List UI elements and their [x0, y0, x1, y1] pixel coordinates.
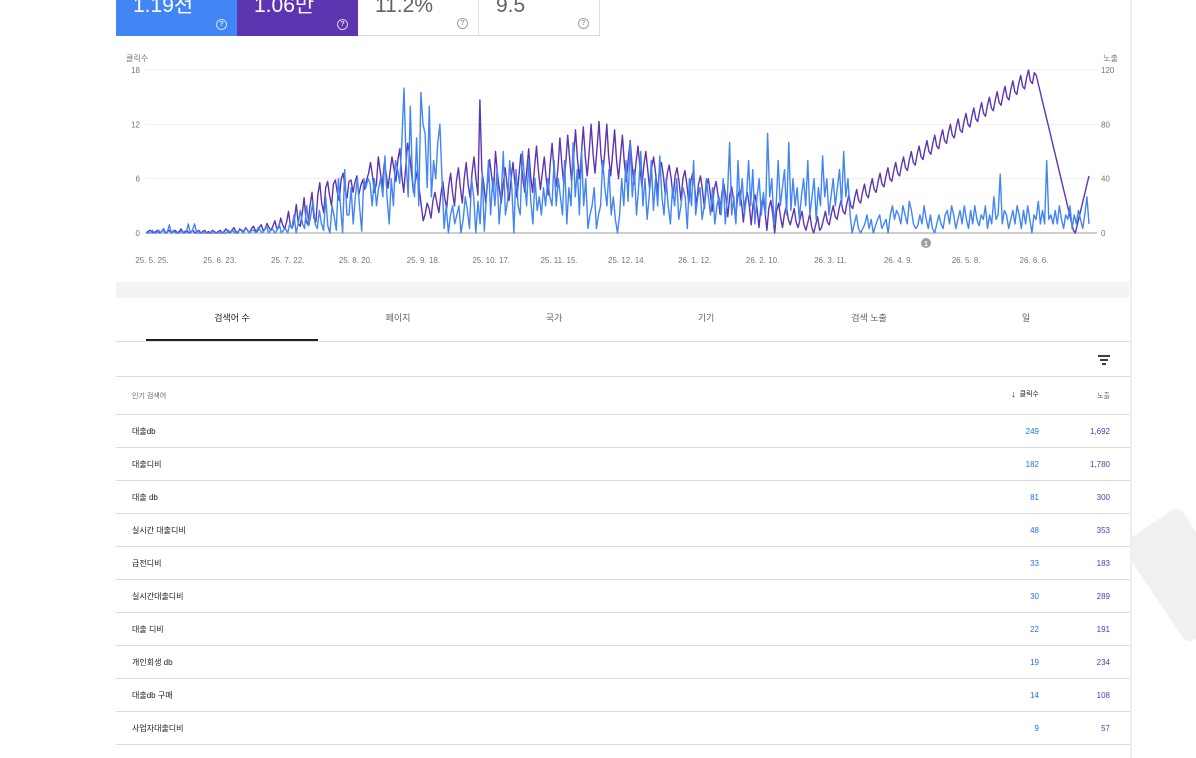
x-tick-label: 26. 1. 12.	[678, 256, 711, 265]
query-cell: 대출db 구매	[132, 691, 173, 700]
query-cell: 사업자대출디비	[132, 724, 184, 733]
x-tick-label: 25. 9. 18.	[407, 256, 440, 265]
y-tick-label-right: 80	[1101, 120, 1110, 129]
x-tick-label: 25. 10. 17.	[472, 256, 510, 265]
x-tick-label: 25. 11. 15.	[540, 256, 577, 265]
table-row[interactable]: 개인회생 db 19 234	[116, 646, 1130, 679]
x-tick-label: 25. 8. 20.	[339, 256, 372, 265]
clicks-cell: 14	[1030, 691, 1039, 700]
y-tick-label-left: 18	[131, 66, 140, 75]
clicks-series-line	[146, 87, 1090, 234]
clicks-cell: 48	[1030, 526, 1039, 535]
impressions-cell: 183	[1096, 559, 1110, 568]
column-header-clicks-label: 클릭수	[1019, 391, 1039, 398]
query-cell: 급전디비	[132, 559, 162, 568]
x-tick-label: 25. 12. 14.	[608, 256, 646, 265]
clicks-cell: 19	[1030, 658, 1039, 667]
tab-countries[interactable]: 국가	[478, 298, 630, 341]
section-divider	[116, 282, 1129, 298]
tab-devices[interactable]: 기기	[630, 298, 782, 341]
query-cell: 개인회생 db	[132, 658, 173, 667]
y-tick-label-left: 0	[136, 229, 141, 238]
y-tick-label-left: 12	[131, 120, 140, 129]
clicks-cell: 30	[1030, 592, 1039, 601]
query-cell: 대출db	[132, 427, 156, 436]
tab-dates[interactable]: 일	[956, 298, 1096, 341]
y-tick-label-right: 40	[1101, 175, 1110, 184]
table-toolbar	[116, 342, 1130, 377]
x-tick-label: 26. 2. 10.	[746, 256, 779, 265]
clicks-cell: 249	[1025, 427, 1039, 436]
table-row[interactable]: 대출db 구매 14 108	[116, 679, 1130, 712]
x-tick-label: 26. 6. 6.	[1020, 256, 1049, 265]
filter-icon-line	[1100, 359, 1108, 361]
query-cell: 대출 디비	[132, 625, 164, 634]
column-header-impressions[interactable]: 노출	[1066, 391, 1110, 401]
impressions-series-line	[145, 69, 1090, 234]
column-header-top-queries[interactable]: 인기 검색어	[132, 391, 166, 401]
y-tick-label-right: 0	[1101, 229, 1106, 238]
table-row[interactable]: 대출디비 182 1,780	[116, 448, 1130, 481]
clicks-cell: 22	[1030, 625, 1039, 634]
performance-line-chart: 18 12 6 0 120 80 40 0 클릭수 노출 25. 5. 25. 25. 6. 23. 2…	[126, 53, 1118, 265]
query-table-card: 검색어 수 페이지 국가 기기 검색 노출 일 인기 검색어 ↓ 클릭수 노출 대…	[116, 298, 1130, 758]
x-tick-label: 26. 3. 11.	[814, 256, 847, 265]
filter-icon-line	[1102, 363, 1106, 365]
x-tick-label: 25. 6. 23.	[203, 256, 236, 265]
y-axis-label-right: 노출	[1103, 53, 1118, 63]
impressions-cell: 300	[1096, 493, 1110, 502]
tab-search-appearance[interactable]: 검색 노출	[782, 298, 956, 341]
table-row[interactable]: 실시간대출디비 30 289	[116, 580, 1130, 613]
x-tick-label: 25. 7. 22.	[271, 256, 304, 265]
clicks-cell: 33	[1030, 559, 1039, 568]
query-rows: 대출db 249 1,692 대출디비 182 1,780 대출 db 81 3…	[116, 415, 1130, 745]
table-row[interactable]: 대출db 249 1,692	[116, 415, 1130, 448]
y-tick-label-right: 120	[1101, 66, 1115, 75]
impressions-cell: 1,780	[1089, 460, 1110, 469]
table-row[interactable]: 급전디비 33 183	[116, 547, 1130, 580]
clicks-cell: 81	[1030, 493, 1039, 502]
filter-icon[interactable]	[1097, 352, 1111, 366]
table-row[interactable]: 대출 db 81 300	[116, 481, 1130, 514]
table-row[interactable]: 실시간 대출디비 48 353	[116, 514, 1130, 547]
impressions-cell: 353	[1096, 526, 1110, 535]
impressions-cell: 289	[1096, 592, 1110, 601]
y-tick-label-left: 6	[136, 175, 141, 184]
tab-pages[interactable]: 페이지	[318, 298, 478, 341]
table-row[interactable]: 사업자대출디비 9 57	[116, 712, 1130, 745]
impressions-cell: 234	[1096, 658, 1110, 667]
filter-icon-line	[1098, 355, 1110, 357]
clicks-cell: 182	[1025, 460, 1039, 469]
impressions-cell: 1,692	[1089, 427, 1110, 436]
dimension-tabs: 검색어 수 페이지 국가 기기 검색 노출 일	[116, 298, 1130, 342]
y-axis-label-left: 클릭수	[126, 53, 148, 63]
x-tick-label: 26. 4. 9.	[884, 256, 913, 265]
x-tick-label: 26. 5. 8.	[952, 256, 981, 265]
x-tick-label: 25. 5. 25.	[135, 256, 168, 265]
impressions-cell: 191	[1096, 625, 1110, 634]
sort-descending-icon: ↓	[1011, 389, 1016, 399]
query-cell: 대출 db	[132, 493, 158, 502]
table-header: 인기 검색어 ↓ 클릭수 노출	[116, 377, 1130, 415]
impressions-cell: 108	[1096, 691, 1110, 700]
annotation-marker-label: 1	[924, 241, 928, 248]
column-header-clicks[interactable]: ↓ 클릭수	[1001, 389, 1039, 401]
query-cell: 실시간대출디비	[132, 592, 184, 601]
search-console-performance-page: 1.19천 ? 1.06만 ? 11.2% ? 9.5 ? 18 12 6 0 120 8…	[0, 0, 1196, 758]
tab-queries[interactable]: 검색어 수	[146, 298, 318, 341]
query-cell: 실시간 대출디비	[132, 526, 186, 535]
impressions-cell: 57	[1101, 724, 1110, 733]
clicks-cell: 9	[1034, 724, 1039, 733]
table-row[interactable]: 대출 디비 22 191	[116, 613, 1130, 646]
query-cell: 대출디비	[132, 460, 162, 469]
